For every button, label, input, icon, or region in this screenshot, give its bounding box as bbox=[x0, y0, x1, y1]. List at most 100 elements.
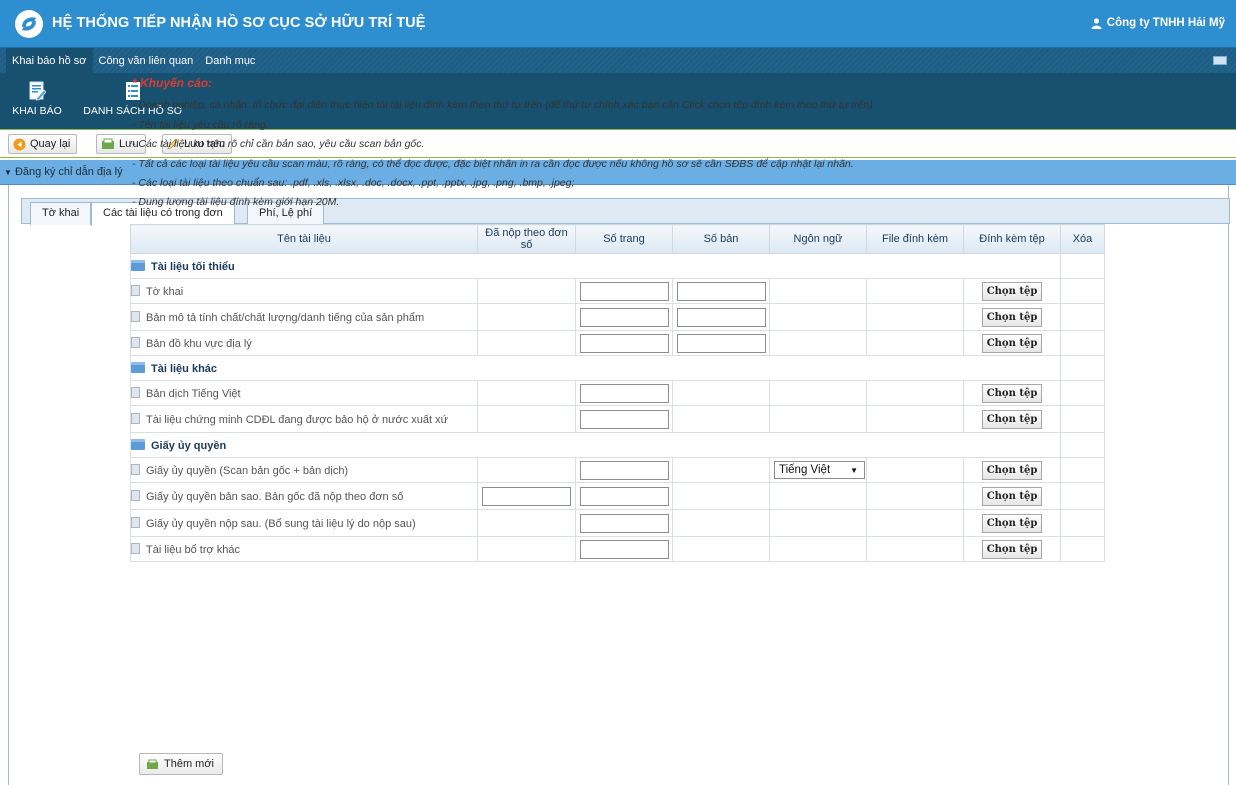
advice-line: - Dung lượng tài liệu đính kèm giới hạn … bbox=[132, 196, 340, 209]
user-name: Công ty TNHH Hải Mỹ bbox=[1106, 17, 1225, 29]
col-header-language: Ngôn ngữ bbox=[769, 224, 867, 254]
back-button[interactable]: Quay lại bbox=[8, 134, 78, 154]
col-header-file: File đính kèm bbox=[866, 224, 964, 254]
menu-tab-danh-muc[interactable]: Danh mục bbox=[199, 48, 261, 73]
advice-line: - Tên tài liệu yêu cầu rõ ràng. bbox=[132, 118, 269, 131]
user-menu[interactable]: Công ty TNHH Hải Mỹ bbox=[1091, 17, 1225, 29]
copies-input[interactable] bbox=[676, 281, 766, 301]
choose-file-button[interactable]: Chọn tệp bbox=[982, 383, 1042, 403]
table-row: Giấy ủy quyền (Scan bản gốc + bản dịch) … bbox=[130, 457, 1105, 483]
pages-input[interactable] bbox=[579, 513, 669, 533]
document-icon bbox=[131, 412, 140, 424]
pages-input[interactable] bbox=[579, 307, 669, 327]
add-new-button[interactable]: Thêm mới bbox=[139, 753, 223, 775]
document-label: Giấy ủy quyền nộp sau. (Bổ sung tài liệu… bbox=[146, 517, 416, 530]
pages-input[interactable] bbox=[579, 383, 669, 403]
choose-file-button[interactable]: Chọn tệp bbox=[982, 460, 1042, 480]
folder-icon bbox=[131, 361, 145, 373]
collapse-arrow-icon: ▼ bbox=[4, 168, 12, 177]
advice-line: - Doanh nghiệp, cá nhân, tổ chức đại diệ… bbox=[132, 99, 873, 112]
table-row: Giấy ủy quyền nộp sau. (Bổ sung tài liệu… bbox=[130, 509, 1105, 537]
document-icon bbox=[131, 489, 140, 501]
col-header-pages: Số trang bbox=[575, 224, 673, 254]
col-header-copies: Số bản bbox=[672, 224, 770, 254]
copies-input[interactable] bbox=[676, 333, 766, 353]
choose-file-button[interactable]: Chọn tệp bbox=[982, 307, 1042, 327]
document-label: Giấy ủy quyền bản sao. Bản gốc đã nộp th… bbox=[146, 490, 404, 503]
section-title: Đăng ký chỉ dẫn địa lý bbox=[14, 166, 123, 178]
group-cell: Giấy ủy quyền bbox=[130, 432, 1061, 458]
document-icon bbox=[131, 386, 140, 398]
document-icon bbox=[131, 284, 140, 296]
group-label: Tài liệu khác bbox=[151, 362, 218, 375]
submitted-app-number-input[interactable] bbox=[482, 486, 571, 506]
menu-tab-khai-bao[interactable]: Khai báo hồ sơ bbox=[6, 48, 93, 73]
col-header-name: Tên tài liệu bbox=[130, 224, 478, 254]
document-icon bbox=[131, 463, 140, 475]
table-row: Tờ khai Chọn tệp bbox=[130, 278, 1105, 304]
copies-input[interactable] bbox=[676, 307, 766, 327]
language-select[interactable]: Tiếng Việt ▼ bbox=[774, 461, 865, 479]
documents-table: Tên tài liệu Đã nộp theo đơn số Số trang… bbox=[130, 224, 1105, 562]
advice-title: * Khuyến cáo: bbox=[132, 76, 213, 90]
add-new-label: Thêm mới bbox=[164, 758, 214, 770]
group-label: Giấy ủy quyền bbox=[151, 439, 227, 452]
top-header: HỆ THỐNG TIẾP NHẬN HỒ SƠ CỤC SỞ HỮU TRÍ … bbox=[0, 0, 1236, 48]
language-value: Tiếng Việt bbox=[779, 464, 831, 476]
folder-icon bbox=[131, 259, 145, 271]
table-row: Tài liệu chứng minh CDĐL đang được bảo h… bbox=[130, 405, 1105, 433]
pages-input[interactable] bbox=[579, 539, 669, 559]
tab-to-khai[interactable]: Tờ khai bbox=[30, 202, 92, 225]
pages-input[interactable] bbox=[579, 409, 669, 429]
table-group-row: Giấy ủy quyền bbox=[130, 432, 1105, 458]
col-header-attach: Đính kèm tệp bbox=[963, 224, 1061, 254]
pages-input[interactable] bbox=[579, 486, 669, 506]
pages-input[interactable] bbox=[579, 460, 669, 480]
document-label: Tài liệu bổ trợ khác bbox=[146, 543, 241, 556]
dropdown-arrow-icon: ▼ bbox=[850, 465, 858, 475]
table-row: Bản mô tả tính chất/chất lượng/danh tiến… bbox=[130, 303, 1105, 331]
advice-notes: * Khuyến cáo: - Doanh nghiệp, cá nhân, t… bbox=[132, 74, 873, 213]
document-icon bbox=[131, 516, 140, 528]
choose-file-button[interactable]: Chọn tệp bbox=[982, 409, 1042, 429]
group-label: Tài liệu tối thiểu bbox=[151, 260, 235, 273]
advice-line: - Các loại tài liệu theo chuẩn sau: .pdf… bbox=[132, 177, 575, 190]
choose-file-button[interactable]: Chọn tệp bbox=[982, 333, 1042, 353]
pages-input[interactable] bbox=[579, 281, 669, 301]
group-cell: Tài liệu tối thiểu bbox=[130, 253, 1061, 279]
document-icon bbox=[131, 310, 140, 322]
declare-button[interactable]: KHAI BÁO bbox=[6, 81, 68, 117]
document-icon bbox=[131, 336, 140, 348]
user-icon bbox=[1091, 17, 1102, 29]
choose-file-button[interactable]: Chọn tệp bbox=[982, 539, 1042, 559]
declare-label: KHAI BÁO bbox=[12, 105, 62, 117]
advice-line: - Tất cả các loại tài liệu yêu cầu scan … bbox=[132, 157, 854, 170]
document-label: Tờ khai bbox=[146, 285, 184, 298]
table-row: Tài liệu bổ trợ khác Chọn tệp bbox=[130, 536, 1105, 562]
document-label: Bản mô tả tính chất/chất lượng/danh tiến… bbox=[146, 311, 425, 324]
col-header-delete: Xóa bbox=[1060, 224, 1105, 254]
col-header-submitted: Đã nộp theo đơn số bbox=[477, 224, 576, 254]
app-logo-icon bbox=[15, 10, 43, 38]
menu-tab-cong-van[interactable]: Công văn liên quan bbox=[93, 48, 200, 73]
back-label: Quay lại bbox=[30, 138, 71, 150]
document-label: Giấy ủy quyền (Scan bản gốc + bản dịch) bbox=[146, 464, 349, 477]
table-row: Bản dịch Tiếng Việt Chọn tệp bbox=[130, 380, 1105, 406]
choose-file-button[interactable]: Chọn tệp bbox=[982, 486, 1042, 506]
document-label: Tài liệu chứng minh CDĐL đang được bảo h… bbox=[146, 413, 448, 426]
table-header-row: Tên tài liệu Đã nộp theo đơn số Số trang… bbox=[130, 224, 1105, 254]
choose-file-button[interactable]: Chọn tệp bbox=[982, 513, 1042, 533]
group-cell: Tài liệu khác bbox=[130, 355, 1061, 381]
document-label: Bản đồ khu vực địa lý bbox=[146, 337, 252, 350]
add-icon bbox=[147, 759, 158, 769]
app-title: HỆ THỐNG TIẾP NHẬN HỒ SƠ CỤC SỞ HỮU TRÍ … bbox=[52, 15, 426, 31]
save-icon bbox=[102, 138, 114, 149]
back-icon bbox=[13, 138, 26, 150]
pages-input[interactable] bbox=[579, 333, 669, 353]
table-group-row: Tài liệu khác bbox=[130, 355, 1105, 381]
keyboard-icon[interactable] bbox=[1213, 56, 1227, 65]
document-icon bbox=[131, 542, 140, 554]
choose-file-button[interactable]: Chọn tệp bbox=[982, 281, 1042, 301]
main-menu: Khai báo hồ sơ Công văn liên quan Danh m… bbox=[0, 48, 1236, 73]
table-row: Giấy ủy quyền bản sao. Bản gốc đã nộp th… bbox=[130, 482, 1105, 510]
